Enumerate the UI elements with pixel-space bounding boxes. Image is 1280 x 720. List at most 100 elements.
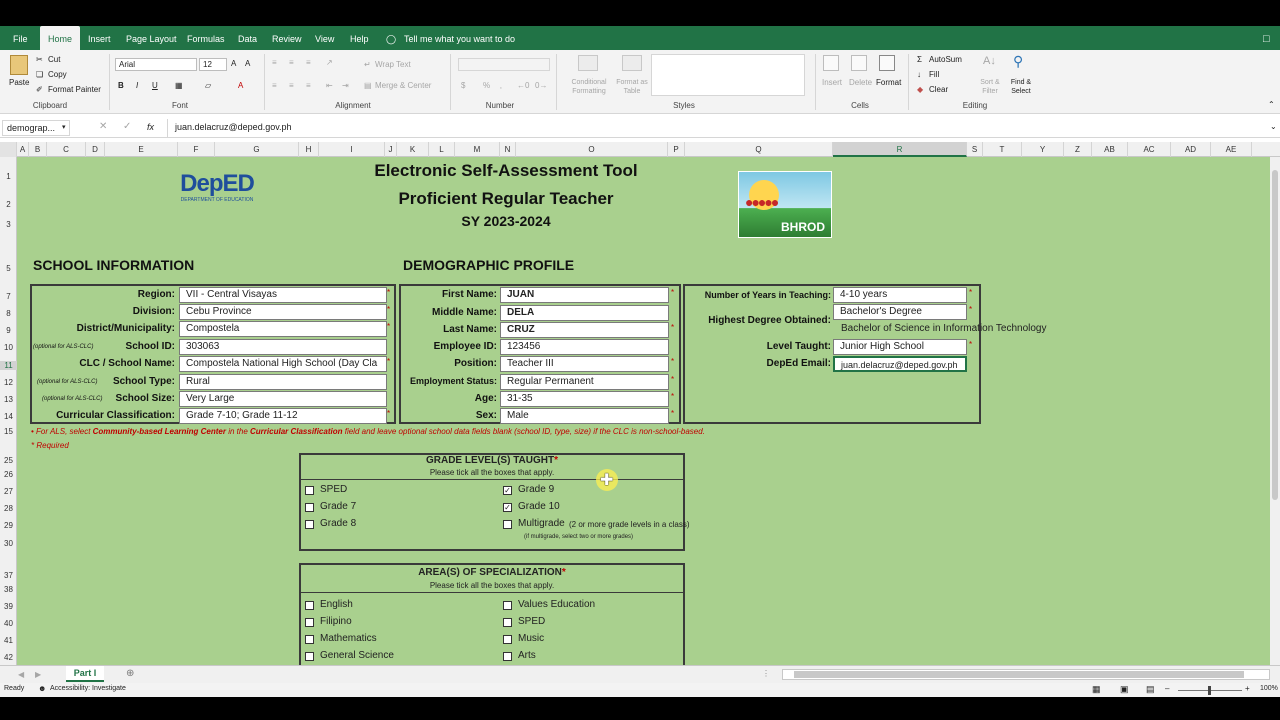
division-field[interactable]: Cebu Province: [179, 304, 387, 320]
name-box-dropdown-icon[interactable]: ▾: [62, 123, 66, 131]
sped-checkbox[interactable]: [305, 486, 314, 495]
row-header[interactable]: 12: [0, 378, 17, 387]
paste-icon[interactable]: [10, 55, 28, 75]
merge-icon[interactable]: ▤: [364, 81, 372, 90]
copy-button[interactable]: Copy: [48, 70, 67, 79]
grade9-checkbox[interactable]: ✓: [503, 486, 512, 495]
cut-button[interactable]: Cut: [48, 55, 60, 64]
bold-icon[interactable]: B: [118, 81, 124, 90]
zoom-in-icon[interactable]: +: [1245, 684, 1250, 693]
cut-icon[interactable]: ✂: [36, 55, 43, 64]
tab-page-layout[interactable]: Page Layout: [126, 26, 177, 50]
row-header[interactable]: 10: [0, 343, 17, 352]
row-header[interactable]: 37: [0, 571, 17, 580]
page-layout-view-icon[interactable]: ▣: [1120, 684, 1129, 695]
worksheet-grid[interactable]: DepED DEPARTMENT OF EDUCATION Electronic…: [17, 157, 1270, 665]
row-header[interactable]: 38: [0, 585, 17, 594]
align-middle-icon[interactable]: ≡: [289, 58, 294, 67]
zoom-out-icon[interactable]: –: [1165, 684, 1169, 693]
fill-icon[interactable]: ↓: [917, 70, 921, 79]
add-sheet-icon[interactable]: ⊕: [126, 668, 134, 679]
sort-filter-icon[interactable]: A↓: [983, 55, 996, 67]
column-header[interactable]: N: [500, 142, 516, 157]
sheet-tab-part1[interactable]: Part I: [66, 666, 104, 682]
sort-filter-button[interactable]: Sort & Filter: [978, 78, 1002, 96]
filipino-checkbox[interactable]: [305, 618, 314, 627]
row-header[interactable]: 1: [0, 172, 17, 181]
row-header[interactable]: 30: [0, 539, 17, 548]
position-field[interactable]: Teacher III: [500, 356, 669, 372]
next-sheet-icon[interactable]: ▶: [35, 670, 41, 679]
row-header[interactable]: 15: [0, 427, 17, 436]
format-painter-button[interactable]: Format Painter: [48, 85, 101, 94]
row-header[interactable]: 39: [0, 602, 17, 611]
row-header[interactable]: 14: [0, 412, 17, 421]
column-header[interactable]: A: [17, 142, 29, 157]
font-color-icon[interactable]: A: [238, 81, 243, 90]
row-header[interactable]: 9: [0, 326, 17, 335]
horizontal-scroll-thumb[interactable]: [794, 671, 1244, 678]
align-top-icon[interactable]: ≡: [272, 58, 277, 67]
curricular-classification-field[interactable]: Grade 7-10; Grade 11-12: [179, 408, 387, 424]
tab-view[interactable]: View: [315, 26, 334, 50]
enter-icon[interactable]: ✓: [123, 121, 131, 132]
deped-email-field[interactable]: juan.delacruz@deped.gov.ph: [833, 356, 967, 372]
tab-file[interactable]: File: [13, 26, 28, 50]
tab-formulas[interactable]: Formulas: [187, 26, 225, 50]
region-field[interactable]: VII - Central Visayas: [179, 287, 387, 303]
font-name-select[interactable]: Arial: [115, 58, 197, 71]
column-header[interactable]: O: [516, 142, 668, 157]
column-header[interactable]: AC: [1128, 142, 1171, 157]
format-as-table-icon[interactable]: [622, 55, 642, 71]
clear-icon[interactable]: ◆: [917, 85, 923, 94]
sped-specialization-checkbox[interactable]: [503, 618, 512, 627]
row-header-selected[interactable]: 11: [0, 361, 17, 370]
format-as-table-button[interactable]: Format as Table: [612, 78, 652, 96]
school-size-field[interactable]: Very Large: [179, 391, 387, 407]
select-all-corner[interactable]: [0, 142, 17, 157]
find-select-button[interactable]: Find & Select: [1005, 78, 1037, 96]
autosum-button[interactable]: AutoSum: [929, 55, 962, 64]
sheet-options-icon[interactable]: ⋮: [762, 669, 770, 678]
row-header[interactable]: 13: [0, 395, 17, 404]
column-header[interactable]: B: [29, 142, 47, 157]
paste-button[interactable]: Paste: [9, 78, 29, 87]
zoom-level[interactable]: 100%: [1260, 685, 1278, 692]
column-header[interactable]: P: [668, 142, 685, 157]
collapse-ribbon-icon[interactable]: ⌃: [1268, 100, 1275, 109]
row-header[interactable]: 29: [0, 521, 17, 530]
borders-icon[interactable]: ▦: [175, 81, 183, 90]
column-header[interactable]: G: [215, 142, 299, 157]
align-bottom-icon[interactable]: ≡: [306, 58, 311, 67]
prev-sheet-icon[interactable]: ◀: [18, 670, 24, 679]
row-header[interactable]: 3: [0, 220, 17, 229]
school-name-field[interactable]: Compostela National High School (Day Cla: [179, 356, 387, 372]
general-science-checkbox[interactable]: [305, 652, 314, 661]
formula-input[interactable]: juan.delacruz@deped.gov.ph: [175, 122, 292, 132]
tab-insert[interactable]: Insert: [88, 26, 111, 50]
column-header[interactable]: K: [397, 142, 429, 157]
middle-name-field[interactable]: DELA: [500, 305, 669, 321]
increase-font-icon[interactable]: A: [231, 59, 236, 68]
row-header[interactable]: 42: [0, 653, 17, 662]
wrap-text-button[interactable]: Wrap Text: [375, 60, 411, 69]
underline-icon[interactable]: U: [152, 81, 158, 90]
align-center-icon[interactable]: ≡: [289, 81, 294, 90]
grade10-checkbox[interactable]: ✓: [503, 503, 512, 512]
first-name-field[interactable]: JUAN: [500, 287, 669, 303]
column-header[interactable]: M: [455, 142, 500, 157]
cell-styles-gallery[interactable]: [651, 54, 805, 96]
row-header[interactable]: 28: [0, 504, 17, 513]
wrap-text-icon[interactable]: ↵: [364, 60, 371, 69]
format-cells-icon[interactable]: [879, 55, 895, 71]
row-header[interactable]: 26: [0, 470, 17, 479]
column-header[interactable]: T: [983, 142, 1022, 157]
row-header[interactable]: 7: [0, 292, 17, 301]
accessibility-icon[interactable]: ☻: [38, 684, 46, 693]
name-box[interactable]: demograp...: [2, 120, 70, 136]
format-cells-button[interactable]: Format: [876, 78, 901, 87]
font-size-select[interactable]: 12: [199, 58, 227, 71]
decrease-indent-icon[interactable]: ⇤: [326, 81, 333, 90]
number-format-select[interactable]: [458, 58, 550, 71]
arts-checkbox[interactable]: [503, 652, 512, 661]
